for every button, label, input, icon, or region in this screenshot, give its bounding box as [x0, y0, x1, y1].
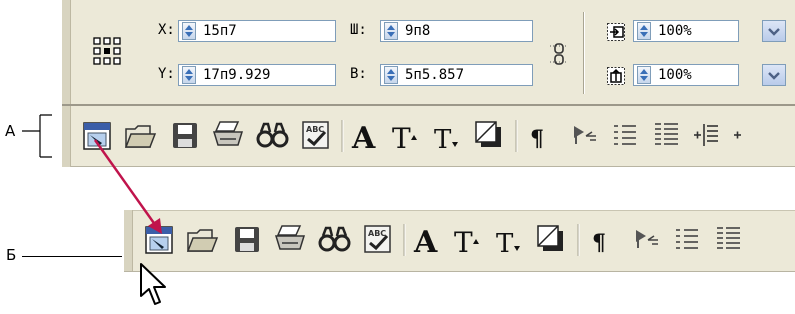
- control-panel-grip[interactable]: [62, 0, 71, 104]
- svg-text:ABC: ABC: [368, 229, 386, 238]
- drop-shadow-icon: [475, 121, 501, 147]
- x-value: 15п7: [203, 23, 237, 39]
- bullet-list-icon: [676, 229, 698, 249]
- pilcrow-icon: ¶: [592, 230, 606, 256]
- height-spinner[interactable]: [384, 66, 398, 84]
- drop-shadow-icon: [537, 225, 563, 251]
- svg-text:T: T: [434, 125, 452, 154]
- docked-toolbar-grip[interactable]: [62, 106, 71, 167]
- save-icon: [235, 227, 259, 252]
- scale-x-dropdown[interactable]: [762, 20, 786, 42]
- x-position-field[interactable]: 15п7: [178, 20, 336, 42]
- height-value: 5п5.857: [405, 67, 465, 83]
- y-label: Y:: [158, 66, 175, 82]
- toolbar1-icons: ABC A T T ¶: [80, 118, 795, 159]
- height-label: В:: [350, 66, 367, 82]
- y-position-field[interactable]: 17п9.929: [178, 64, 336, 86]
- scale-y-spinner[interactable]: [637, 66, 651, 84]
- panel-separator: [583, 12, 585, 94]
- callout-b-label: Б: [6, 246, 17, 264]
- superscript-icon: T: [392, 122, 417, 155]
- subscript-icon: T: [496, 229, 520, 259]
- mouse-cursor-icon: [140, 263, 166, 305]
- find-icon: [256, 122, 289, 148]
- svg-text:T: T: [392, 122, 411, 154]
- increase-indent-icon: [694, 124, 718, 146]
- y-value: 17п9.929: [203, 67, 271, 83]
- more-icon: [734, 131, 741, 139]
- y-spinner[interactable]: [182, 66, 196, 84]
- character-icon: A: [413, 225, 438, 258]
- width-label: Ш:: [350, 22, 367, 38]
- width-spinner[interactable]: [384, 22, 398, 40]
- subscript-icon: T: [434, 125, 458, 155]
- width-field[interactable]: 9п8: [380, 20, 533, 42]
- svg-text:T: T: [454, 226, 473, 258]
- find-icon: [318, 226, 351, 252]
- height-field[interactable]: 5п5.857: [380, 64, 533, 86]
- svg-text:ABC: ABC: [306, 125, 324, 134]
- text-wrap-icon: [636, 230, 658, 248]
- spell-check-icon: ABC: [302, 121, 329, 149]
- reference-point-icon[interactable]: [92, 36, 122, 66]
- numbered-list-icon: [717, 227, 740, 249]
- superscript-icon: T: [454, 226, 479, 259]
- scale-y-value: 100%: [658, 67, 692, 83]
- print-icon: [212, 121, 244, 146]
- print-icon: [274, 225, 306, 250]
- pilcrow-icon: ¶: [530, 126, 544, 152]
- x-label: X:: [158, 22, 175, 38]
- drag-arrow: [93, 139, 162, 234]
- numbered-list-icon: [655, 123, 678, 145]
- spell-check-icon: ABC: [364, 225, 391, 253]
- x-spinner[interactable]: [182, 22, 196, 40]
- open-folder-icon: [186, 229, 219, 252]
- bullet-list-icon: [614, 125, 636, 145]
- character-icon: A: [351, 121, 376, 154]
- constrain-proportions-icon[interactable]: [548, 40, 570, 68]
- scale-x-icon: [606, 22, 626, 42]
- svg-text:T: T: [496, 229, 514, 258]
- scale-y-dropdown[interactable]: [762, 64, 786, 86]
- scale-x-value: 100%: [658, 23, 692, 39]
- scale-x-spinner[interactable]: [637, 22, 651, 40]
- callout-b-line: [22, 256, 122, 257]
- callout-a-label: А: [5, 122, 16, 140]
- text-wrap-icon: [574, 126, 596, 144]
- toolbar2-icons: ABC A T T ¶: [142, 222, 795, 263]
- scale-y-icon: [606, 66, 626, 86]
- width-value: 9п8: [405, 23, 431, 39]
- callout-a-bracket: [22, 114, 52, 158]
- control-panel: [62, 0, 795, 104]
